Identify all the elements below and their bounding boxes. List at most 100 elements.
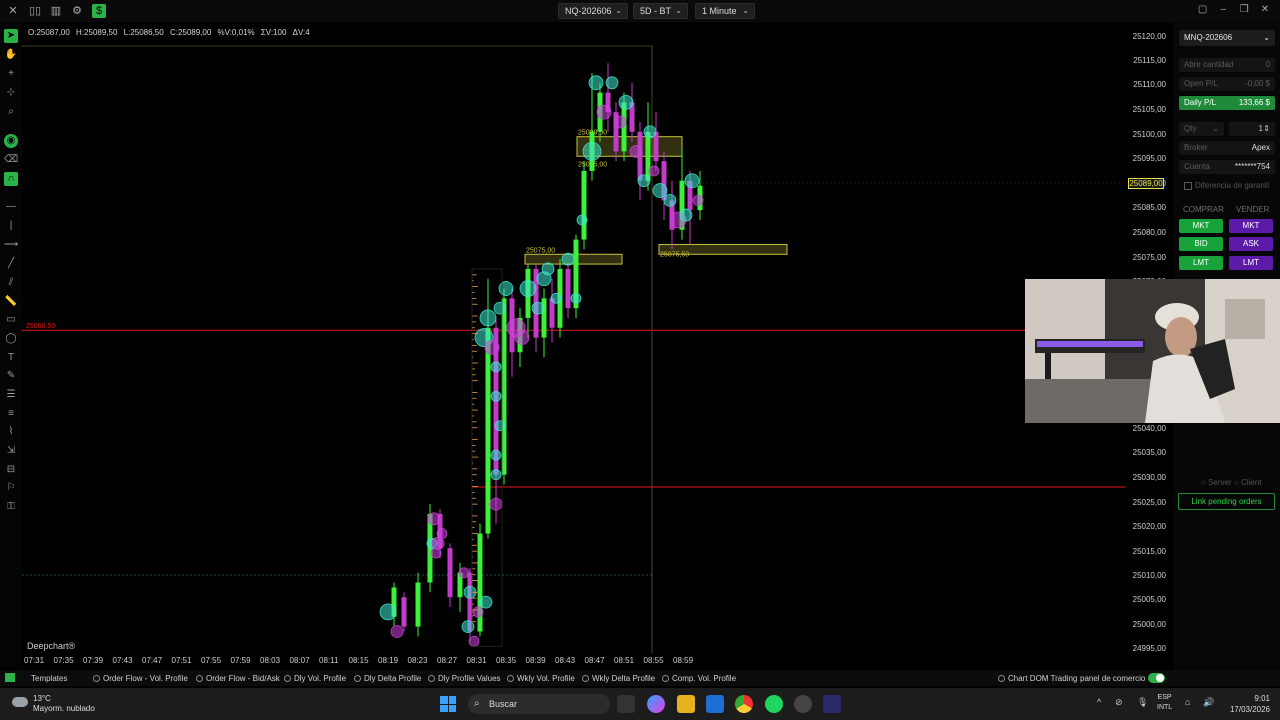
horizontal-line-icon[interactable]: — xyxy=(4,200,18,214)
link-pending-orders-button[interactable]: Link pending orders xyxy=(1178,493,1275,510)
dollar-icon[interactable]: $ xyxy=(92,4,106,18)
window-close-icon[interactable]: ✕ xyxy=(1256,4,1274,15)
client-radio[interactable]: ○ Client xyxy=(1234,478,1262,487)
checkbox-icon[interactable] xyxy=(1184,182,1192,190)
bar-chart-icon[interactable]: ▥ xyxy=(49,4,63,18)
channel-icon[interactable]: ⫽ xyxy=(4,276,18,290)
time-tick-label: 07:43 xyxy=(112,656,133,665)
brush-icon[interactable]: ⌇ xyxy=(4,425,18,439)
deepchart-taskbar-icon[interactable] xyxy=(823,695,841,713)
layout-icon[interactable]: ▢ xyxy=(1194,4,1212,15)
ohlc-high: H:25089,50 xyxy=(76,28,118,37)
time-tick-label: 08:51 xyxy=(614,656,635,665)
ruler-icon[interactable]: 📏 xyxy=(4,295,18,309)
taskbar-clock[interactable]: 9:01 17/03/2026 xyxy=(1224,693,1270,715)
app-icon[interactable] xyxy=(794,695,812,713)
time-tick-label: 08:07 xyxy=(289,656,310,665)
buy-mkt-button[interactable]: MKT xyxy=(1179,219,1223,233)
crosshair-alt-icon[interactable]: ⊹ xyxy=(4,86,18,100)
qty-select[interactable]: Qty ⌄ xyxy=(1179,122,1224,136)
ellipse-icon[interactable]: ◯ xyxy=(4,332,18,346)
server-radio[interactable]: ○ Server xyxy=(1201,478,1232,487)
sell-mkt-button[interactable]: MKT xyxy=(1229,219,1273,233)
orderflow-bubble xyxy=(379,603,397,621)
broker-select[interactable]: Broker Apex xyxy=(1179,141,1275,155)
templates-button[interactable]: Templates xyxy=(5,673,67,685)
account-symbol-select[interactable]: MNQ-202606 ⌄ xyxy=(1179,30,1275,46)
file-explorer-icon[interactable] xyxy=(677,695,695,713)
list-icon[interactable]: ≡ xyxy=(4,407,18,421)
window-controls: ▢ – ❐ ✕ xyxy=(1194,4,1274,15)
settings-icon[interactable]: ⚙ xyxy=(70,4,84,18)
restore-icon[interactable]: ❐ xyxy=(1235,4,1253,15)
crosshair-icon[interactable]: + xyxy=(4,67,18,81)
template-option[interactable]: Comp. Vol. Profile xyxy=(662,673,736,685)
pan-icon[interactable]: ✋ xyxy=(4,48,18,62)
account-select[interactable]: Cuenta *******754 xyxy=(1179,160,1275,174)
magnet-icon[interactable]: ∩ xyxy=(4,172,18,186)
lock-icon[interactable]: ⚿ xyxy=(4,500,18,514)
task-view-icon[interactable] xyxy=(617,695,635,713)
buy-lmt-button[interactable]: LMT xyxy=(1179,256,1223,270)
microphone-icon[interactable]: 🎙 xyxy=(1137,697,1148,708)
trendline-icon[interactable]: ╱ xyxy=(4,257,18,271)
weather-widget[interactable]: 13°C Mayorm. nublado xyxy=(33,694,95,714)
time-axis[interactable]: 07:31 07:35 07:39 07:43 07:47 07:51 07:55 07:59… xyxy=(22,654,1126,668)
template-option[interactable]: Order Flow - Bid/Ask xyxy=(196,673,280,685)
alert-icon[interactable]: ⚐ xyxy=(4,481,18,495)
orderflow-bubble xyxy=(618,94,634,110)
spotify-icon[interactable] xyxy=(765,695,783,713)
template-option[interactable]: Wkly Delta Profile xyxy=(582,673,655,685)
daily-pl-label: Daily P/L xyxy=(1184,98,1217,107)
price-tick-label: 25080,00 xyxy=(1132,228,1166,237)
cursor-icon[interactable]: ➤ xyxy=(4,29,18,43)
eye-icon[interactable]: ◉ xyxy=(4,134,18,148)
fib-icon[interactable]: ☰ xyxy=(4,388,18,402)
chart-type-icon[interactable]: ▯▯ xyxy=(28,4,42,18)
text-icon[interactable]: T xyxy=(4,351,18,365)
eraser-icon[interactable]: ⌫ xyxy=(4,153,18,167)
open-pl-value: -0,00 $ xyxy=(1245,79,1270,88)
ray-icon[interactable]: ⟶ xyxy=(4,238,18,252)
guarantee-checkbox-row[interactable]: Diferencia de garantí xyxy=(1179,179,1275,193)
sell-ask-button[interactable]: ASK xyxy=(1229,237,1273,251)
orderflow-bubble xyxy=(490,469,502,481)
sell-lmt-button[interactable]: LMT xyxy=(1229,256,1273,270)
chrome-icon[interactable] xyxy=(735,695,753,713)
network-icon[interactable]: ⌂ xyxy=(1185,697,1190,707)
volume-icon[interactable]: 🔊 xyxy=(1203,697,1214,708)
chart-dom-trading-option[interactable]: Chart DOM Trading xyxy=(998,673,1077,685)
qty-stepper[interactable]: 1 ⇕ xyxy=(1229,122,1275,136)
template-icon[interactable]: ⊟ xyxy=(4,463,18,477)
store-icon[interactable] xyxy=(706,695,724,713)
vertical-line-icon[interactable]: | xyxy=(4,219,18,233)
template-option[interactable]: Dly Delta Profile xyxy=(354,673,421,685)
data-series-select[interactable]: 5D - BT ⌄ xyxy=(633,3,688,19)
taskbar-search[interactable]: ⌕ Buscar xyxy=(468,694,610,714)
orderflow-bubble xyxy=(484,339,500,355)
time-tick-label: 08:55 xyxy=(643,656,664,665)
buy-bid-button[interactable]: BID xyxy=(1179,237,1223,251)
symbol-select[interactable]: NQ-202606 ⌄ xyxy=(558,3,628,19)
time-tick-label: 08:03 xyxy=(260,656,281,665)
windows-start-icon[interactable] xyxy=(440,696,456,712)
language-indicator[interactable]: ESP INTL xyxy=(1157,693,1172,713)
zoom-icon[interactable]: ⌕ xyxy=(4,105,18,119)
price-chart[interactable]: 25060,5025099,5025075,0025075,5025095,00 xyxy=(22,22,1126,654)
close-icon[interactable]: ✕ xyxy=(6,4,20,18)
timeframe-select[interactable]: 1 Minute ⌄ xyxy=(695,3,755,19)
minimize-icon[interactable]: – xyxy=(1214,4,1232,15)
template-option[interactable]: Dly Vol. Profile xyxy=(284,673,346,685)
trade-panel-toggle[interactable] xyxy=(1148,673,1165,683)
template-option[interactable]: Wkly Vol. Profile xyxy=(507,673,575,685)
tray-icon[interactable]: ⊘ xyxy=(1115,697,1123,708)
rectangle-icon[interactable]: ▭ xyxy=(4,313,18,327)
copilot-icon[interactable] xyxy=(647,695,665,713)
chart-dom-label: Chart DOM Trading xyxy=(1008,674,1078,683)
stepper-icon[interactable]: ⇕ xyxy=(1263,122,1270,136)
pencil-icon[interactable]: ✎ xyxy=(4,369,18,383)
template-option[interactable]: Order Flow - Vol. Profile xyxy=(93,673,188,685)
tray-chevron-icon[interactable]: ^ xyxy=(1097,697,1101,707)
template-option[interactable]: Dly Profile Values xyxy=(428,673,501,685)
measure-icon[interactable]: ⇲ xyxy=(4,444,18,458)
